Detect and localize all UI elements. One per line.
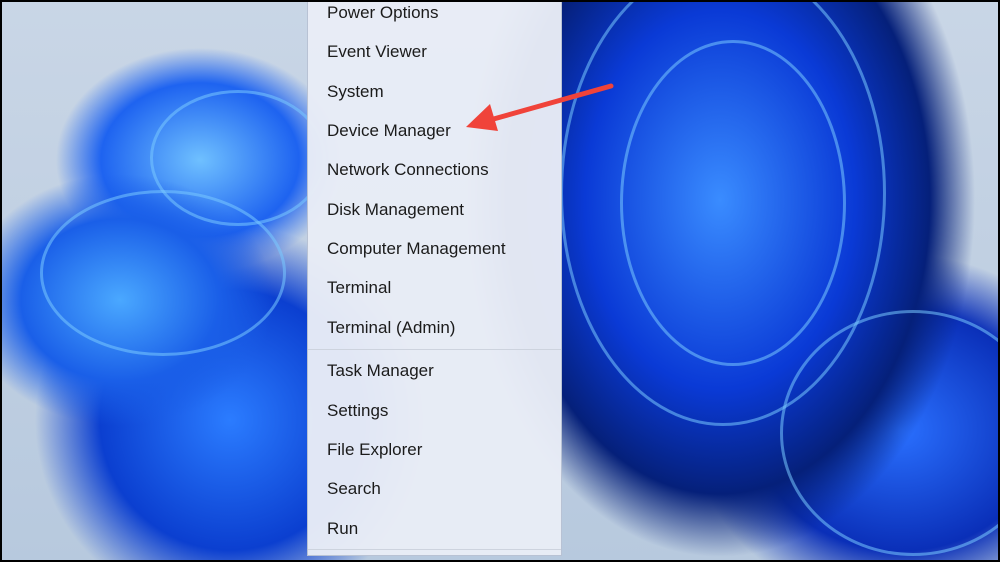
annotation-arrow-icon: [466, 83, 614, 131]
